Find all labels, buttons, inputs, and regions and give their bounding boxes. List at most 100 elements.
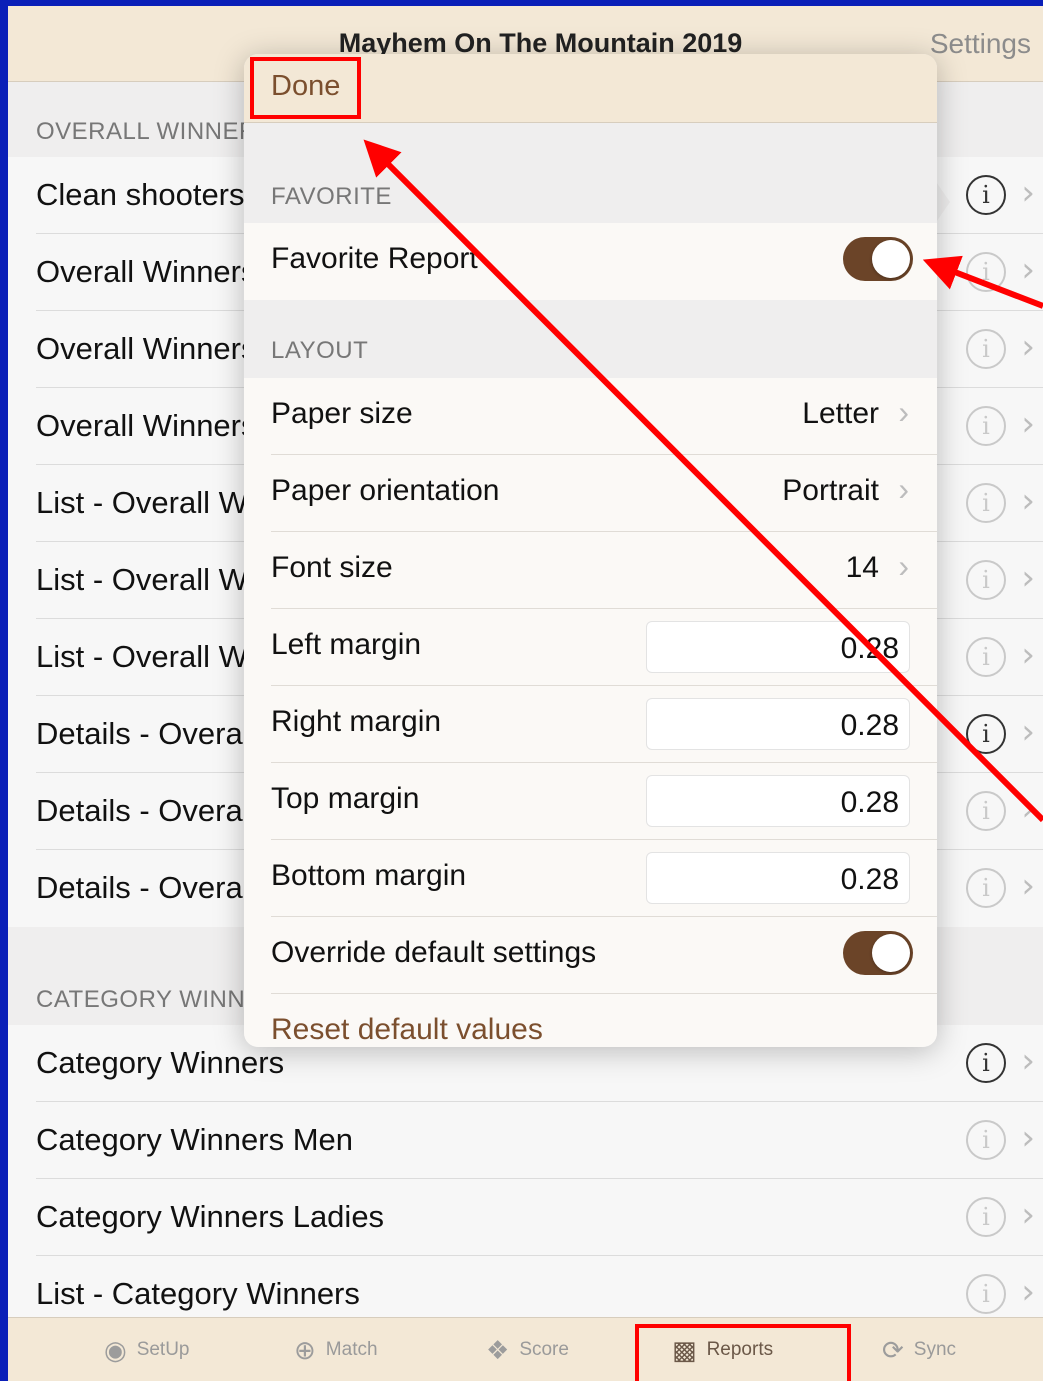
- info-icon[interactable]: i: [966, 1274, 1006, 1314]
- list-item-label: Overall Winners: [36, 254, 257, 289]
- info-icon[interactable]: i: [966, 637, 1006, 677]
- chevron-right-icon: ›: [1021, 1195, 1035, 1235]
- reset-defaults-row[interactable]: Reset default values: [271, 994, 937, 1047]
- target-icon: ⊕: [294, 1334, 316, 1365]
- chevron-right-icon: ›: [1021, 1272, 1035, 1312]
- layout-group: Paper size Letter › Paper orientation Po…: [244, 378, 937, 1047]
- info-icon[interactable]: i: [966, 252, 1006, 292]
- paper-size-value: Letter: [802, 397, 879, 430]
- tab-sync[interactable]: ⟳ Sync: [882, 1332, 956, 1368]
- list-item-label: Category Winners Men: [36, 1122, 354, 1157]
- chevron-right-icon: ›: [898, 548, 909, 584]
- chevron-right-icon: ›: [1021, 866, 1035, 906]
- tab-bar: ◉ SetUp ⊕ Match ❖ Score ▩ Reports ⟳ Sync: [8, 1317, 1043, 1381]
- chevron-right-icon: ›: [1021, 327, 1035, 367]
- revolver-icon: ❖: [486, 1334, 510, 1365]
- top-margin-label: Top margin: [271, 782, 420, 815]
- list-item-label: Category Winners Ladies: [36, 1199, 385, 1234]
- tab-label: SetUp: [136, 1339, 190, 1360]
- chevron-right-icon: ›: [1021, 1041, 1035, 1081]
- list-item-label: List - Overall W: [36, 639, 248, 674]
- font-size-value: 14: [845, 551, 879, 584]
- paper-orientation-label: Paper orientation: [271, 474, 500, 507]
- paper-orientation-value: Portrait: [782, 474, 879, 507]
- paper-size-row[interactable]: Paper size Letter ›: [271, 378, 937, 455]
- done-highlight-box: [250, 57, 361, 119]
- layout-section-header: LAYOUT: [271, 337, 369, 364]
- reset-defaults-button[interactable]: Reset default values: [271, 1013, 543, 1047]
- bottom-margin-field[interactable]: 0.28: [646, 852, 910, 904]
- tab-label: Sync: [913, 1339, 957, 1360]
- category-winners-list: Category Winners i › Category Winners Men i…: [8, 1025, 1043, 1333]
- list-item-label: Overall Winners: [36, 331, 257, 366]
- info-icon[interactable]: i: [966, 1197, 1006, 1237]
- toggle-knob: [872, 240, 910, 278]
- favorite-report-toggle[interactable]: [843, 237, 913, 281]
- chevron-right-icon: ›: [898, 394, 909, 430]
- top-margin-field[interactable]: 0.28: [646, 775, 910, 827]
- right-margin-row: Right margin 0.28: [271, 686, 937, 763]
- left-margin-field[interactable]: 0.28: [646, 621, 910, 673]
- tab-setup[interactable]: ◉ SetUp: [104, 1332, 190, 1368]
- favorite-section-header: FAVORITE: [271, 183, 392, 210]
- report-settings-popover: Done FAVORITE Favorite Report LAYOUT Pap…: [244, 54, 937, 1047]
- list-item-label: Details - Overal: [36, 716, 250, 751]
- paper-size-label: Paper size: [271, 397, 413, 430]
- favorite-report-label: Favorite Report: [271, 242, 478, 275]
- chevron-right-icon: ›: [1021, 1118, 1035, 1158]
- info-icon[interactable]: i: [966, 1120, 1006, 1160]
- info-icon[interactable]: i: [966, 483, 1006, 523]
- overall-winners-header: OVERALL WINNERS: [36, 118, 274, 145]
- info-icon[interactable]: i: [966, 406, 1006, 446]
- info-icon[interactable]: i: [966, 329, 1006, 369]
- right-margin-field[interactable]: 0.28: [646, 698, 910, 750]
- reports-highlight-box: [635, 1324, 851, 1381]
- override-defaults-row: Override default settings: [271, 917, 937, 994]
- font-size-row[interactable]: Font size 14 ›: [271, 532, 937, 609]
- list-item-label: Overall Winners: [36, 408, 257, 443]
- tab-score[interactable]: ❖ Score: [486, 1332, 569, 1368]
- list-item[interactable]: Category Winners Men i ›: [36, 1102, 1043, 1179]
- sync-icon: ⟳: [882, 1334, 904, 1365]
- toggle-knob: [872, 934, 910, 972]
- app-screen: Mayhem On The Mountain 2019 Settings OVE…: [8, 6, 1043, 1381]
- info-icon[interactable]: i: [966, 868, 1006, 908]
- tab-label: Score: [519, 1339, 569, 1360]
- left-margin-label: Left margin: [271, 628, 422, 661]
- top-margin-row: Top margin 0.28: [271, 763, 937, 840]
- tab-match[interactable]: ⊕ Match: [294, 1332, 378, 1368]
- list-item-label: List - Overall W: [36, 485, 248, 520]
- list-item-label: List - Overall W: [36, 562, 248, 597]
- list-item-label: List - Category Winners: [36, 1276, 360, 1311]
- chevron-right-icon: ›: [1021, 789, 1035, 829]
- favorite-group: Favorite Report: [244, 223, 937, 300]
- info-icon[interactable]: i: [966, 791, 1006, 831]
- chevron-right-icon: ›: [1021, 712, 1035, 752]
- chevron-right-icon: ›: [898, 471, 909, 507]
- info-icon[interactable]: i: [966, 1043, 1006, 1083]
- chevron-right-icon: ›: [1021, 404, 1035, 444]
- font-size-label: Font size: [271, 551, 393, 584]
- favorite-report-row: Favorite Report: [271, 223, 937, 300]
- info-icon[interactable]: i: [966, 560, 1006, 600]
- category-winners-header: CATEGORY WINN: [36, 986, 246, 1013]
- chevron-right-icon: ›: [1021, 635, 1035, 675]
- chevron-right-icon: ›: [1021, 250, 1035, 290]
- list-item-label: Details - Overal: [36, 793, 250, 828]
- chevron-right-icon: ›: [1021, 173, 1035, 213]
- hat-icon: ◉: [104, 1334, 127, 1365]
- info-icon[interactable]: i: [966, 175, 1006, 215]
- info-icon[interactable]: i: [966, 714, 1006, 754]
- left-margin-row: Left margin 0.28: [271, 609, 937, 686]
- override-defaults-label: Override default settings: [271, 936, 597, 969]
- right-margin-label: Right margin: [271, 705, 442, 738]
- list-item-label: Clean shooters: [36, 177, 245, 212]
- settings-button[interactable]: Settings: [930, 28, 1031, 60]
- override-defaults-toggle[interactable]: [843, 931, 913, 975]
- bottom-margin-label: Bottom margin: [271, 859, 467, 892]
- paper-orientation-row[interactable]: Paper orientation Portrait ›: [271, 455, 937, 532]
- list-item[interactable]: Category Winners Ladies i ›: [36, 1179, 1043, 1256]
- chevron-right-icon: ›: [1021, 558, 1035, 598]
- bottom-margin-row: Bottom margin 0.28: [271, 840, 937, 917]
- tab-label: Match: [325, 1339, 378, 1360]
